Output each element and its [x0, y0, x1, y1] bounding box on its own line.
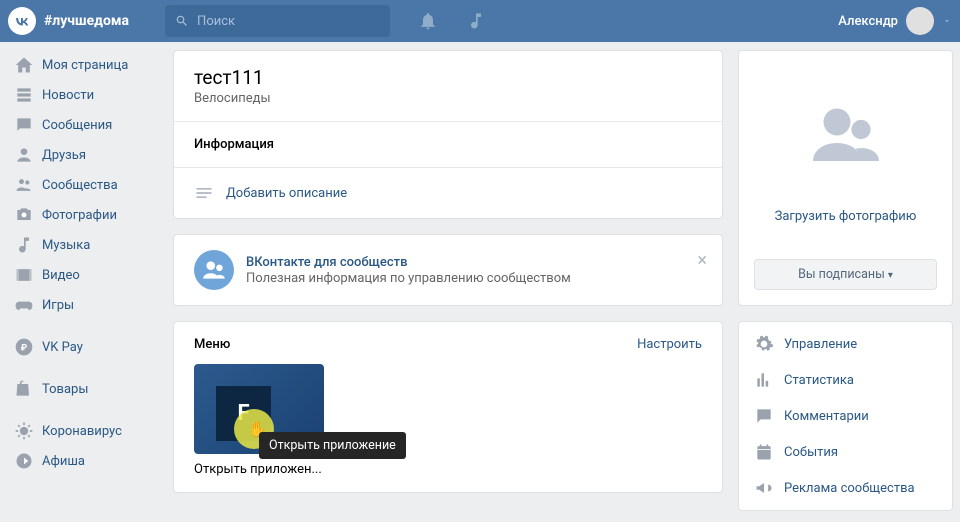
layout: Моя страницаНовостиСообщенияДрузьяСообще… — [0, 50, 960, 511]
bell-icon[interactable] — [418, 11, 438, 31]
feed-icon — [14, 85, 34, 105]
vk-logo[interactable] — [8, 7, 36, 35]
search-placeholder: Поиск — [197, 14, 235, 29]
mgmt-comment[interactable]: Комментарии — [739, 398, 952, 434]
ad-icon — [754, 478, 774, 498]
mgmt-gear[interactable]: Управление — [739, 326, 952, 362]
nav-photo[interactable]: Фотографии — [8, 200, 158, 230]
search-icon — [175, 14, 189, 28]
main-column: тест111 Велосипеды Информация Добавить о… — [173, 50, 723, 511]
mgmt-event[interactable]: События — [739, 434, 952, 470]
friends-icon — [14, 145, 34, 165]
nav-games[interactable]: Игры — [8, 290, 158, 320]
nav-music[interactable]: Музыка — [8, 230, 158, 260]
upload-photo-link[interactable]: Загрузить фотографию — [754, 209, 937, 224]
chevron-down-icon — [942, 16, 952, 26]
tile-label: Открыть приложен... — [194, 462, 702, 477]
nav-goods[interactable]: Товары — [8, 374, 158, 404]
nav-virus[interactable]: Коронавирус — [8, 416, 158, 446]
sidebar: Моя страницаНовостиСообщенияДрузьяСообще… — [8, 50, 158, 511]
page-header-card: тест111 Велосипеды Информация Добавить о… — [173, 50, 723, 219]
configure-link[interactable]: Настроить — [637, 337, 702, 352]
nav-friends[interactable]: Друзья — [8, 140, 158, 170]
page-title: тест111 — [194, 66, 702, 89]
nav-video[interactable]: Видео — [8, 260, 158, 290]
svg-text:₽: ₽ — [21, 343, 28, 353]
add-description-button[interactable]: Добавить описание — [194, 183, 702, 203]
user-menu[interactable]: Алексндр — [838, 7, 952, 35]
nav-feed[interactable]: Новости — [8, 80, 158, 110]
photo-placeholder — [754, 71, 937, 191]
header: #лучшедома Поиск Алексндр — [0, 0, 960, 42]
page-subtitle: Велосипеды — [194, 91, 702, 106]
text-icon — [194, 183, 214, 203]
info-label: Информация — [194, 137, 702, 152]
management-menu: УправлениеСтатистикаКомментарииСобытияРе… — [738, 321, 953, 511]
virus-icon — [14, 421, 34, 441]
mgmt-stats[interactable]: Статистика — [739, 362, 952, 398]
gear-icon — [754, 334, 774, 354]
groups-icon — [14, 175, 34, 195]
pay-icon: ₽ — [14, 337, 34, 357]
banner-subtitle: Полезная информация по управлению сообще… — [246, 271, 571, 286]
stats-icon — [754, 370, 774, 390]
nav-groups[interactable]: Сообщества — [8, 170, 158, 200]
search-input[interactable]: Поиск — [165, 5, 390, 37]
photo-card: Загрузить фотографию Вы подписаны ▾ — [738, 50, 953, 306]
goods-icon — [14, 379, 34, 399]
comment-icon — [754, 406, 774, 426]
menu-label: Меню — [194, 337, 230, 352]
nav-msg[interactable]: Сообщения — [8, 110, 158, 140]
username: Алексндр — [838, 14, 898, 29]
close-icon[interactable]: × — [697, 250, 707, 271]
video-icon — [14, 265, 34, 285]
info-banner: ВКонтакте для сообществ Полезная информа… — [173, 234, 723, 306]
nav-home[interactable]: Моя страница — [8, 50, 158, 80]
nav-pay[interactable]: ₽VK Pay — [8, 332, 158, 362]
mgmt-ad[interactable]: Реклама сообщества — [739, 470, 952, 506]
subscribed-button[interactable]: Вы подписаны ▾ — [754, 259, 937, 290]
avatar — [906, 7, 934, 35]
msg-icon — [14, 115, 34, 135]
header-icons — [418, 11, 486, 31]
music-icon — [14, 235, 34, 255]
banner-title[interactable]: ВКонтакте для сообществ — [246, 255, 571, 270]
right-column: Загрузить фотографию Вы подписаны ▾ Упра… — [738, 50, 953, 511]
games-icon — [14, 295, 34, 315]
hashtag[interactable]: #лучшедома — [44, 13, 129, 29]
tooltip: Открыть приложение — [259, 432, 406, 459]
music-icon[interactable] — [466, 11, 486, 31]
menu-card: Меню Настроить F ✋ Открыть приложение От… — [173, 321, 723, 493]
events-icon — [14, 451, 34, 471]
nav-events[interactable]: Афиша — [8, 446, 158, 476]
community-icon — [194, 250, 234, 290]
event-icon — [754, 442, 774, 462]
photo-icon — [14, 205, 34, 225]
home-icon — [14, 55, 34, 75]
